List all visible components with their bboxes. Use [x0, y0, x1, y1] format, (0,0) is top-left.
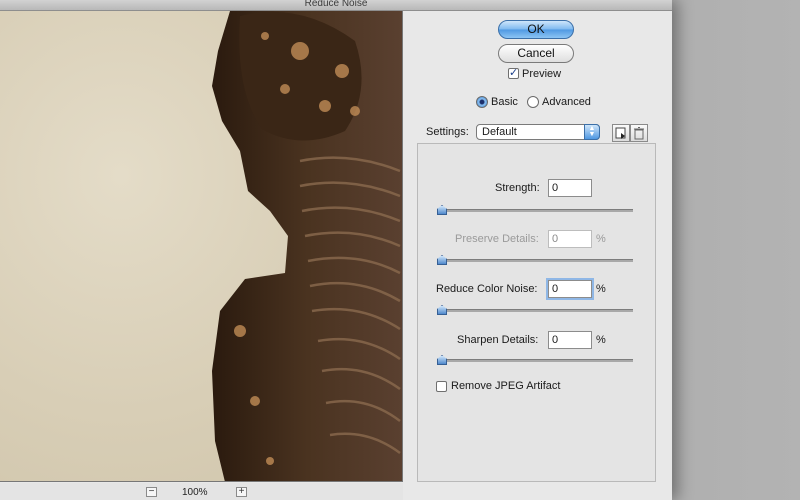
preview-checkbox[interactable]: [508, 66, 519, 79]
settings-value: Default: [482, 126, 517, 138]
reduce-color-noise-input[interactable]: 0: [548, 280, 592, 298]
strength-slider[interactable]: [437, 205, 633, 215]
settings-select[interactable]: Default ▲ ▼: [476, 124, 600, 140]
save-settings-icon: [615, 127, 626, 139]
preserve-details-label: Preserve Details:: [455, 233, 539, 245]
preview-label: Preview: [522, 68, 562, 80]
zoom-out-button[interactable]: −: [146, 487, 157, 497]
save-settings-button[interactable]: [612, 124, 630, 142]
reduce-color-noise-slider[interactable]: [437, 305, 633, 315]
strength-label: Strength:: [495, 182, 540, 194]
trash-icon: [634, 127, 644, 140]
reduce-color-noise-unit: %: [596, 283, 606, 295]
reduce-noise-dialog: Reduce Noise − 100% + OK Cancel ✓ Previe…: [0, 0, 672, 500]
basic-radio[interactable]: [476, 96, 488, 108]
ok-button[interactable]: OK: [498, 20, 574, 39]
preserve-details-slider[interactable]: [437, 255, 633, 265]
chevron-updown-icon: ▲ ▼: [584, 124, 600, 140]
preview-image[interactable]: [0, 11, 403, 482]
dialog-title: Reduce Noise: [0, 0, 672, 11]
settings-label: Settings:: [426, 126, 469, 138]
cancel-button[interactable]: Cancel: [498, 44, 574, 63]
remove-jpeg-label: Remove JPEG Artifact: [451, 380, 561, 392]
sharpen-details-input[interactable]: 0: [548, 331, 592, 349]
preserve-details-input[interactable]: 0: [548, 230, 592, 248]
basic-label: Basic: [491, 96, 518, 108]
strength-input[interactable]: 0: [548, 179, 592, 197]
delete-settings-button[interactable]: [630, 124, 648, 142]
sharpen-details-slider[interactable]: [437, 355, 633, 365]
zoom-bar: − 100% +: [0, 483, 403, 500]
zoom-level: 100%: [182, 487, 208, 498]
sharpen-details-unit: %: [596, 334, 606, 346]
advanced-label: Advanced: [542, 96, 591, 108]
zoom-in-button[interactable]: +: [236, 487, 247, 497]
advanced-radio[interactable]: [527, 96, 539, 108]
remove-jpeg-checkbox[interactable]: [436, 381, 447, 392]
sharpen-details-label: Sharpen Details:: [457, 334, 539, 346]
reduce-color-noise-label: Reduce Color Noise:: [436, 283, 538, 295]
preserve-details-unit: %: [596, 233, 606, 245]
